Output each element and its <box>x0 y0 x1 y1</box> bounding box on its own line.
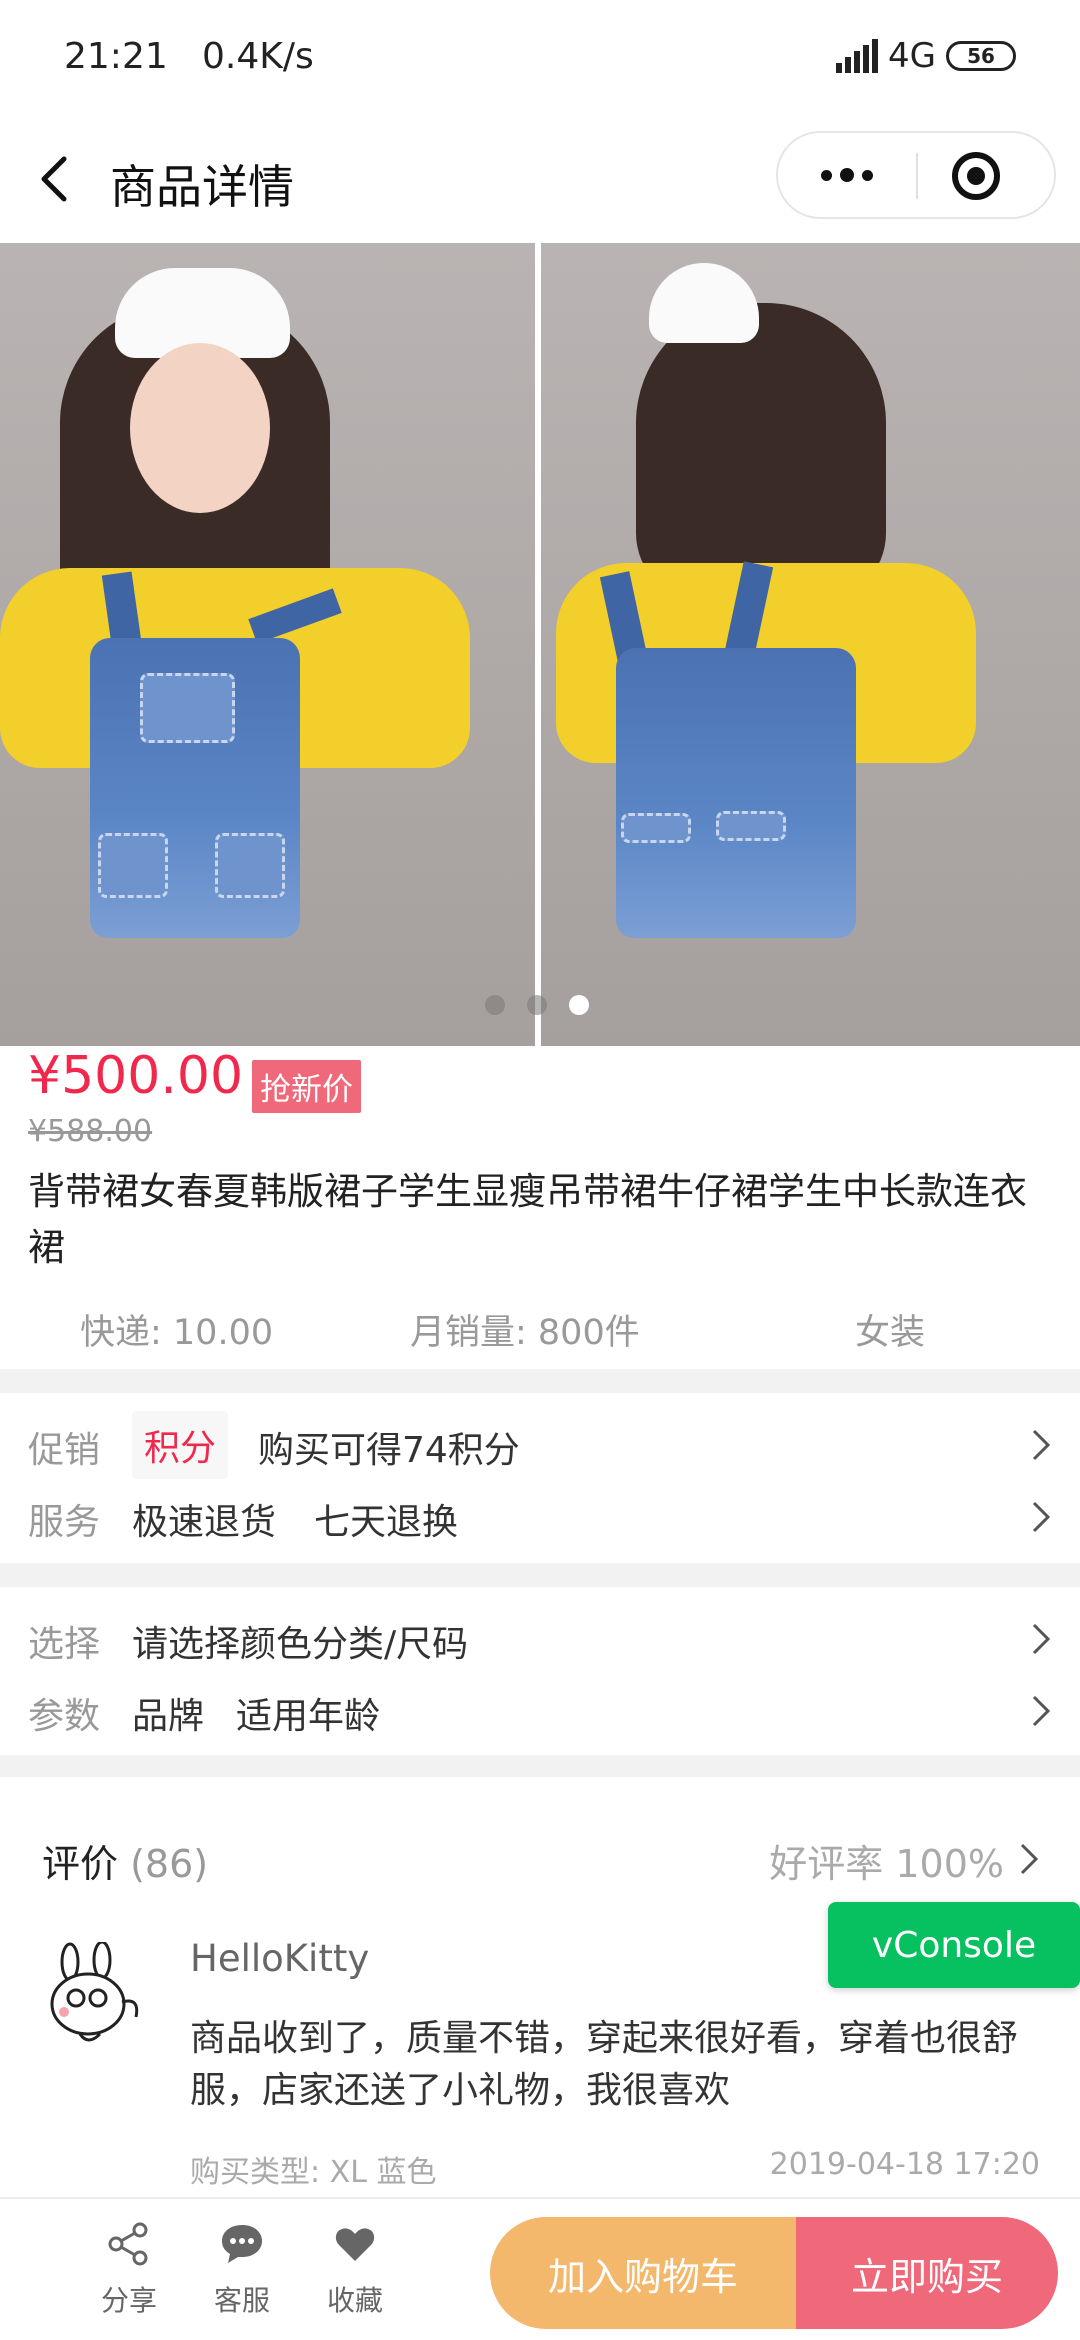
network-type: 4G <box>888 36 936 76</box>
promo-row[interactable]: 促销 积分 购买可得74积分 <box>0 1411 1080 1481</box>
chevron-right-icon <box>1032 1695 1051 1727</box>
current-price: ¥500.00 <box>28 1046 244 1106</box>
service-row[interactable]: 服务 极速退货 七天退换 <box>0 1483 1080 1553</box>
review-username: HelloKitty <box>190 1937 370 1980</box>
heart-icon <box>335 2228 375 2261</box>
battery-level: 56 <box>967 44 995 68</box>
status-bar: 21:21 0.4K/s 4G 56 <box>0 0 1080 115</box>
promo-service-panel: 促销 积分 购买可得74积分 服务 极速退货 七天退换 <box>0 1393 1080 1563</box>
share-label: 分享 <box>100 2284 157 2317</box>
carousel-dot[interactable] <box>527 995 547 1015</box>
reviews-count: (86) <box>130 1842 209 1886</box>
param-item: 适用年龄 <box>236 1696 381 1737</box>
promo-text: 购买可得74积分 <box>258 1430 520 1471</box>
more-menu-icon[interactable] <box>778 133 916 217</box>
reviews-title-text: 评价 <box>42 1842 119 1886</box>
carousel-dot[interactable] <box>485 995 505 1015</box>
product-photo-front <box>0 243 535 1046</box>
monthly-sales: 月销量: 800件 <box>410 1313 640 1353</box>
customer-service-button[interactable]: 客服 <box>197 2221 287 2319</box>
price-badge: 抢新价 <box>252 1060 361 1113</box>
chevron-right-icon[interactable] <box>1018 1841 1040 1877</box>
product-title: 背带裙女春夏韩版裙子学生显瘦吊带裙牛仔裙学生中长款连衣裙 <box>28 1170 1027 1269</box>
shipping-fee: 快递: 10.00 <box>80 1313 274 1353</box>
product-info: ¥500.00 抢新价 ¥588.00 背带裙女春夏韩版裙子学生显瘦吊带裙牛仔裙… <box>0 1046 1080 1369</box>
product-meta: 快递: 10.00 月销量: 800件 女装 <box>0 1304 1080 1360</box>
customer-service-label: 客服 <box>213 2284 270 2317</box>
user-avatar <box>50 1942 139 2042</box>
capsule-divider <box>916 153 918 199</box>
status-network-speed: 0.4K/s <box>202 36 314 77</box>
original-price: ¥588.00 <box>28 1114 153 1149</box>
promo-label: 促销 <box>28 1430 101 1471</box>
select-spec-row[interactable]: 选择 请选择颜色分类/尺码 <box>0 1605 1080 1675</box>
carousel-indicator <box>485 995 589 1015</box>
back-arrow-icon[interactable] <box>34 151 78 207</box>
params-row[interactable]: 参数 品牌 适用年龄 <box>0 1677 1080 1747</box>
add-to-cart-button[interactable]: 加入购物车 <box>490 2217 796 2329</box>
product-photo-back <box>541 243 1080 1046</box>
select-label: 选择 <box>28 1624 101 1665</box>
favorite-button[interactable]: 收藏 <box>310 2221 400 2319</box>
chat-icon <box>222 2225 262 2263</box>
review-date: 2019-04-18 17:20 <box>769 2147 1040 2182</box>
chevron-right-icon <box>1032 1429 1051 1461</box>
reviews-title: 评价 (86) <box>42 1833 208 1888</box>
battery-icon: 56 <box>946 41 1016 71</box>
status-time: 21:21 <box>64 36 168 77</box>
miniprogram-capsule <box>776 131 1056 219</box>
product-category: 女装 <box>855 1313 926 1353</box>
nav-bar: 商品详情 <box>0 115 1080 243</box>
positive-rate-link[interactable]: 好评率 100% <box>769 1833 1004 1888</box>
share-icon <box>108 2222 148 2266</box>
share-button[interactable]: 分享 <box>84 2221 174 2319</box>
buy-now-button[interactable]: 立即购买 <box>796 2217 1058 2329</box>
service-item: 极速退货 <box>132 1502 277 1543</box>
param-item: 品牌 <box>132 1696 205 1737</box>
status-indicators: 4G 56 <box>836 36 1016 76</box>
review-text: 商品收到了，质量不错，穿起来很好看，穿着也很舒服，店家还送了小礼物，我很喜欢 <box>190 2018 1019 2111</box>
points-tag: 积分 <box>132 1411 229 1479</box>
product-image-carousel[interactable] <box>0 243 1080 1046</box>
select-params-panel: 选择 请选择颜色分类/尺码 参数 品牌 适用年龄 <box>0 1587 1080 1755</box>
select-text: 请选择颜色分类/尺码 <box>132 1624 469 1665</box>
favorite-label: 收藏 <box>326 2284 383 2317</box>
vconsole-button[interactable]: vConsole <box>828 1902 1080 1988</box>
signal-icon <box>836 39 879 73</box>
service-item: 七天退换 <box>314 1502 459 1543</box>
chevron-right-icon <box>1032 1623 1051 1655</box>
review-purchase-type: 购买类型: XL 蓝色 <box>190 2155 437 2190</box>
chevron-right-icon <box>1032 1501 1051 1533</box>
params-label: 参数 <box>28 1696 101 1737</box>
page-title: 商品详情 <box>110 160 294 214</box>
close-miniprogram-icon[interactable] <box>952 152 1000 200</box>
carousel-dot-active[interactable] <box>569 995 589 1015</box>
bottom-action-bar: 分享 客服 收藏 加入购物车 立即购买 <box>0 2197 1080 2340</box>
service-label: 服务 <box>28 1502 101 1543</box>
